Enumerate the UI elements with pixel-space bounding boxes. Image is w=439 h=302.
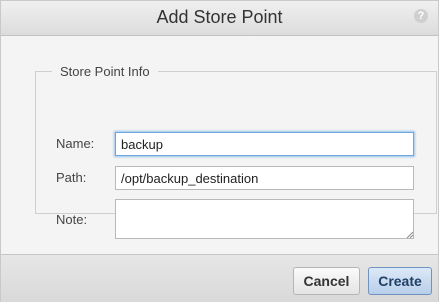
store-point-info-group: Store Point Info Name: Path: Note: xyxy=(35,64,437,239)
create-button[interactable]: Create xyxy=(368,267,432,295)
note-label: Note: xyxy=(56,212,88,227)
path-label: Path: xyxy=(56,170,87,185)
add-store-point-dialog: Add Store Point ? Store Point Info Name:… xyxy=(0,0,439,302)
dialog-body: Store Point Info Name: Path: Note: xyxy=(1,36,438,254)
dialog-footer: Cancel Create xyxy=(1,254,438,302)
name-label: Name: xyxy=(56,136,95,151)
cancel-button[interactable]: Cancel xyxy=(293,267,360,295)
group-legend: Store Point Info xyxy=(60,64,150,79)
help-icon[interactable]: ? xyxy=(414,9,428,23)
path-input[interactable] xyxy=(115,166,414,190)
resize-grip-icon[interactable] xyxy=(405,230,413,238)
title-bar: Add Store Point ? xyxy=(1,1,438,36)
name-input[interactable] xyxy=(115,132,414,156)
note-textarea[interactable] xyxy=(115,199,414,239)
note-field-wrapper xyxy=(115,199,414,239)
dialog-title: Add Store Point xyxy=(156,7,283,27)
